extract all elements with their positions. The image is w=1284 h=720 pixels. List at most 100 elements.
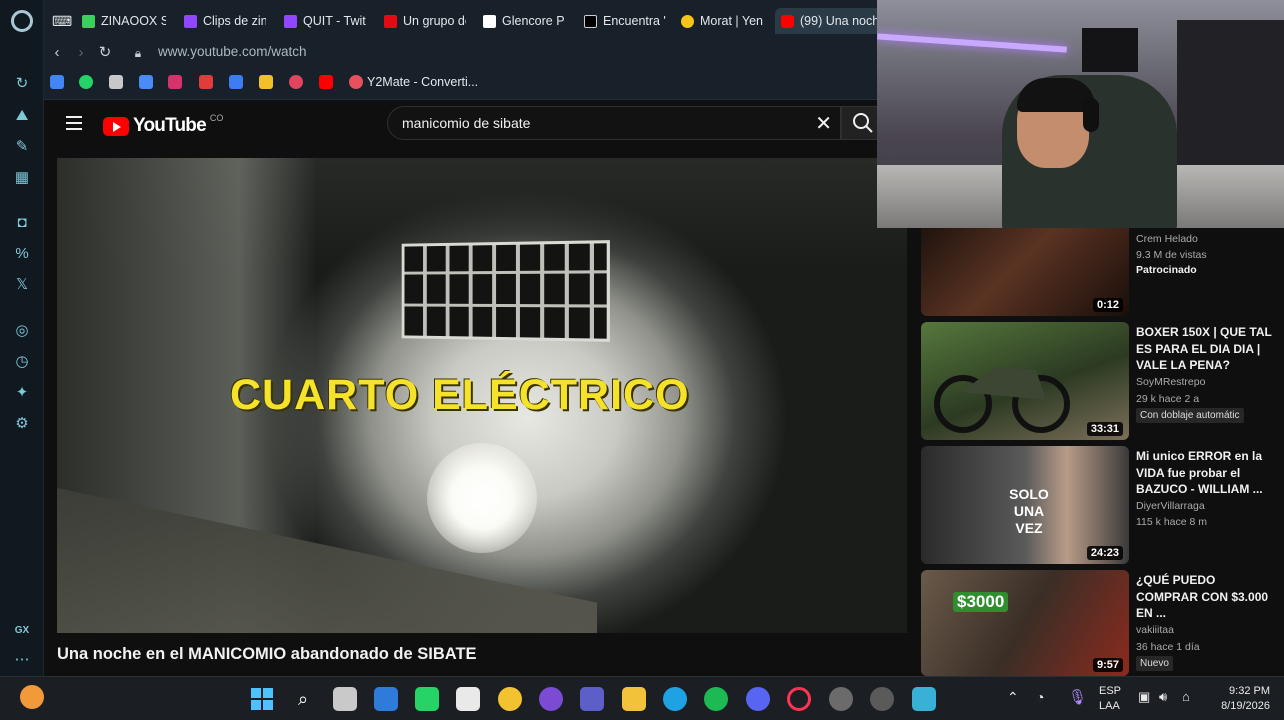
tab-favicon-icon bbox=[384, 14, 397, 28]
spotify-icon[interactable] bbox=[704, 687, 728, 711]
volume-icon[interactable]: 🔊︎ bbox=[1159, 689, 1167, 705]
back-arrow-icon[interactable]: ‹ bbox=[47, 43, 67, 63]
notepad-icon[interactable] bbox=[912, 687, 936, 711]
tab-favicon-icon bbox=[584, 14, 597, 28]
language-indicator[interactable]: ESP bbox=[1099, 685, 1121, 697]
file-explorer-icon[interactable] bbox=[622, 687, 646, 711]
video-thumbnail[interactable]: 33:31 bbox=[921, 322, 1129, 440]
tab-gamepad-icon[interactable]: ⌨ bbox=[52, 8, 74, 34]
youtube-bookmark-icon[interactable] bbox=[319, 75, 333, 89]
player-icon[interactable]: ◎ bbox=[12, 321, 32, 341]
network-icon[interactable]: ▣ bbox=[1138, 689, 1150, 705]
tab-item[interactable]: Clips de zin bbox=[184, 8, 266, 34]
y2mate-bookmark-label[interactable]: Y2Mate - Converti... bbox=[367, 75, 478, 89]
forward-arrow-icon[interactable]: › bbox=[71, 43, 91, 63]
opera-logo-icon[interactable] bbox=[11, 10, 33, 32]
channel-name[interactable]: SoyMRestrepo bbox=[1136, 376, 1205, 388]
search-input[interactable]: manicomio de sibate ✕ bbox=[387, 106, 841, 140]
recommendation-title[interactable]: Mi unico ERROR en la VIDA fue probar el … bbox=[1136, 448, 1276, 498]
obs-icon[interactable] bbox=[829, 687, 853, 711]
gx-icon[interactable]: GX bbox=[12, 621, 32, 641]
url-field[interactable]: www.youtube.com/watch bbox=[158, 44, 307, 59]
pinboard-icon[interactable]: ⛰ bbox=[12, 106, 32, 126]
video-duration: 0:12 bbox=[1092, 298, 1123, 312]
discord-icon[interactable] bbox=[746, 687, 770, 711]
tab-favicon-icon bbox=[681, 14, 694, 28]
app-bookmark-icon[interactable] bbox=[289, 75, 303, 89]
tab-favicon-icon bbox=[82, 14, 95, 28]
video-player[interactable]: CUARTO ELÉCTRICO bbox=[57, 158, 907, 633]
channel-name[interactable]: vakiiitaa bbox=[1136, 624, 1174, 636]
x-twitter-icon[interactable]: 𝕏 bbox=[12, 275, 32, 295]
reload-icon[interactable]: ↻ bbox=[95, 43, 115, 63]
settings-gear-icon[interactable]: ⚙ bbox=[12, 414, 32, 434]
mail-icon[interactable] bbox=[374, 687, 398, 711]
whatsapp-icon[interactable] bbox=[415, 687, 439, 711]
chrome-icon[interactable] bbox=[498, 687, 522, 711]
tab-item[interactable]: Glencore Pe bbox=[483, 8, 565, 34]
channel-name[interactable]: Crem Helado bbox=[1136, 233, 1198, 245]
tab-item[interactable]: QUIT - Twit bbox=[284, 8, 366, 34]
app-bookmark-icon[interactable] bbox=[259, 75, 273, 89]
translate-bookmark-icon[interactable] bbox=[139, 75, 153, 89]
weather-widget-icon[interactable] bbox=[20, 685, 44, 709]
channel-name[interactable]: DiyerVillarraga bbox=[1136, 500, 1205, 512]
twitch-icon[interactable]: ◘ bbox=[12, 213, 32, 233]
history-icon[interactable]: ◷ bbox=[12, 352, 32, 372]
youtube-logo[interactable]: YouTube CO bbox=[103, 113, 224, 137]
arrow-bookmark-icon[interactable] bbox=[229, 75, 243, 89]
microphone-icon[interactable]: 🎙︎ bbox=[1068, 688, 1087, 706]
extensions-icon[interactable]: ✦ bbox=[12, 383, 32, 403]
start-windows-icon[interactable] bbox=[250, 687, 274, 711]
tab-label: Morat | Yen bbox=[700, 14, 763, 28]
chatgpt-bookmark-icon[interactable] bbox=[109, 75, 123, 89]
keyboard-layout[interactable]: LAA bbox=[1099, 700, 1120, 712]
tab-item[interactable]: Morat | Yen bbox=[681, 8, 763, 34]
webcam-monitor bbox=[1082, 28, 1138, 72]
menu-hamburger-icon[interactable] bbox=[66, 116, 82, 130]
store-icon[interactable] bbox=[456, 687, 480, 711]
recommendation-item[interactable]: SOLO UNA VEZ 24:23 Mi unico ERROR en la … bbox=[921, 446, 1281, 564]
tab-item[interactable]: Encuentra " bbox=[584, 8, 666, 34]
whatsapp-bookmark-icon[interactable] bbox=[79, 75, 93, 89]
search-taskbar-icon[interactable]: ⌕ bbox=[291, 687, 315, 711]
video-thumbnail[interactable]: $3000 9:57 bbox=[921, 570, 1129, 676]
aria-icon[interactable]: ↻ bbox=[12, 74, 32, 94]
recommendation-item[interactable]: 33:31 BOXER 150X | QUE TAL ES PARA EL DI… bbox=[921, 322, 1281, 440]
brave-icon[interactable] bbox=[539, 687, 563, 711]
clear-search-icon[interactable]: ✕ bbox=[815, 111, 832, 136]
task-view-icon[interactable] bbox=[333, 687, 357, 711]
tab-item-active[interactable]: (99) Una noch bbox=[775, 8, 884, 34]
video-thumbnail[interactable]: SOLO UNA VEZ 24:23 bbox=[921, 446, 1129, 564]
app-bookmark-icon[interactable] bbox=[199, 75, 213, 89]
new-badge: Nuevo bbox=[1136, 656, 1173, 671]
tab-label: Encuentra " bbox=[603, 14, 666, 28]
flow-icon[interactable]: ✎ bbox=[12, 137, 32, 157]
youtube-wordmark: YouTube bbox=[133, 115, 207, 136]
webcam-shelf bbox=[1177, 20, 1284, 180]
teams-icon[interactable] bbox=[580, 687, 604, 711]
y2mate-bookmark-icon[interactable] bbox=[349, 75, 363, 89]
discount-icon[interactable]: % bbox=[12, 244, 32, 264]
lock-icon[interactable]: 🔒︎ bbox=[128, 43, 148, 63]
webcam-overlay bbox=[877, 0, 1284, 228]
media-player-icon[interactable] bbox=[870, 687, 894, 711]
opera-gx-icon[interactable] bbox=[787, 687, 811, 711]
tray-app-icon[interactable]: ◔ bbox=[1036, 689, 1044, 705]
address-bar: ‹ › ↻ 🔒︎ www.youtube.com/watch bbox=[44, 40, 884, 66]
recommendation-item[interactable]: $3000 9:57 ¿QUÉ PUEDO COMPRAR CON $3.000… bbox=[921, 570, 1281, 676]
recommendation-title[interactable]: ¿QUÉ PUEDO COMPRAR CON $3.000 EN ... bbox=[1136, 572, 1276, 622]
docs-bookmark-icon[interactable] bbox=[50, 75, 64, 89]
tray-chevron-icon[interactable]: ⌃ bbox=[1007, 689, 1019, 706]
tab-item[interactable]: Un grupo de bbox=[384, 8, 466, 34]
more-dots-icon[interactable]: ⋯ bbox=[12, 650, 32, 670]
country-code: CO bbox=[209, 113, 224, 123]
battery-icon[interactable]: ⌂ bbox=[1182, 689, 1190, 704]
feed-icon[interactable]: ▦ bbox=[12, 168, 32, 188]
tab-item[interactable]: ZINAOOX St bbox=[82, 8, 166, 34]
recommendation-title[interactable]: BOXER 150X | QUE TAL ES PARA EL DIA DIA … bbox=[1136, 324, 1276, 374]
clock-time[interactable]: 9:32 PM bbox=[1222, 685, 1270, 697]
edge-icon[interactable] bbox=[663, 687, 687, 711]
clock-date[interactable]: 8/19/2026 bbox=[1208, 700, 1270, 712]
app-bookmark-icon[interactable] bbox=[168, 75, 182, 89]
